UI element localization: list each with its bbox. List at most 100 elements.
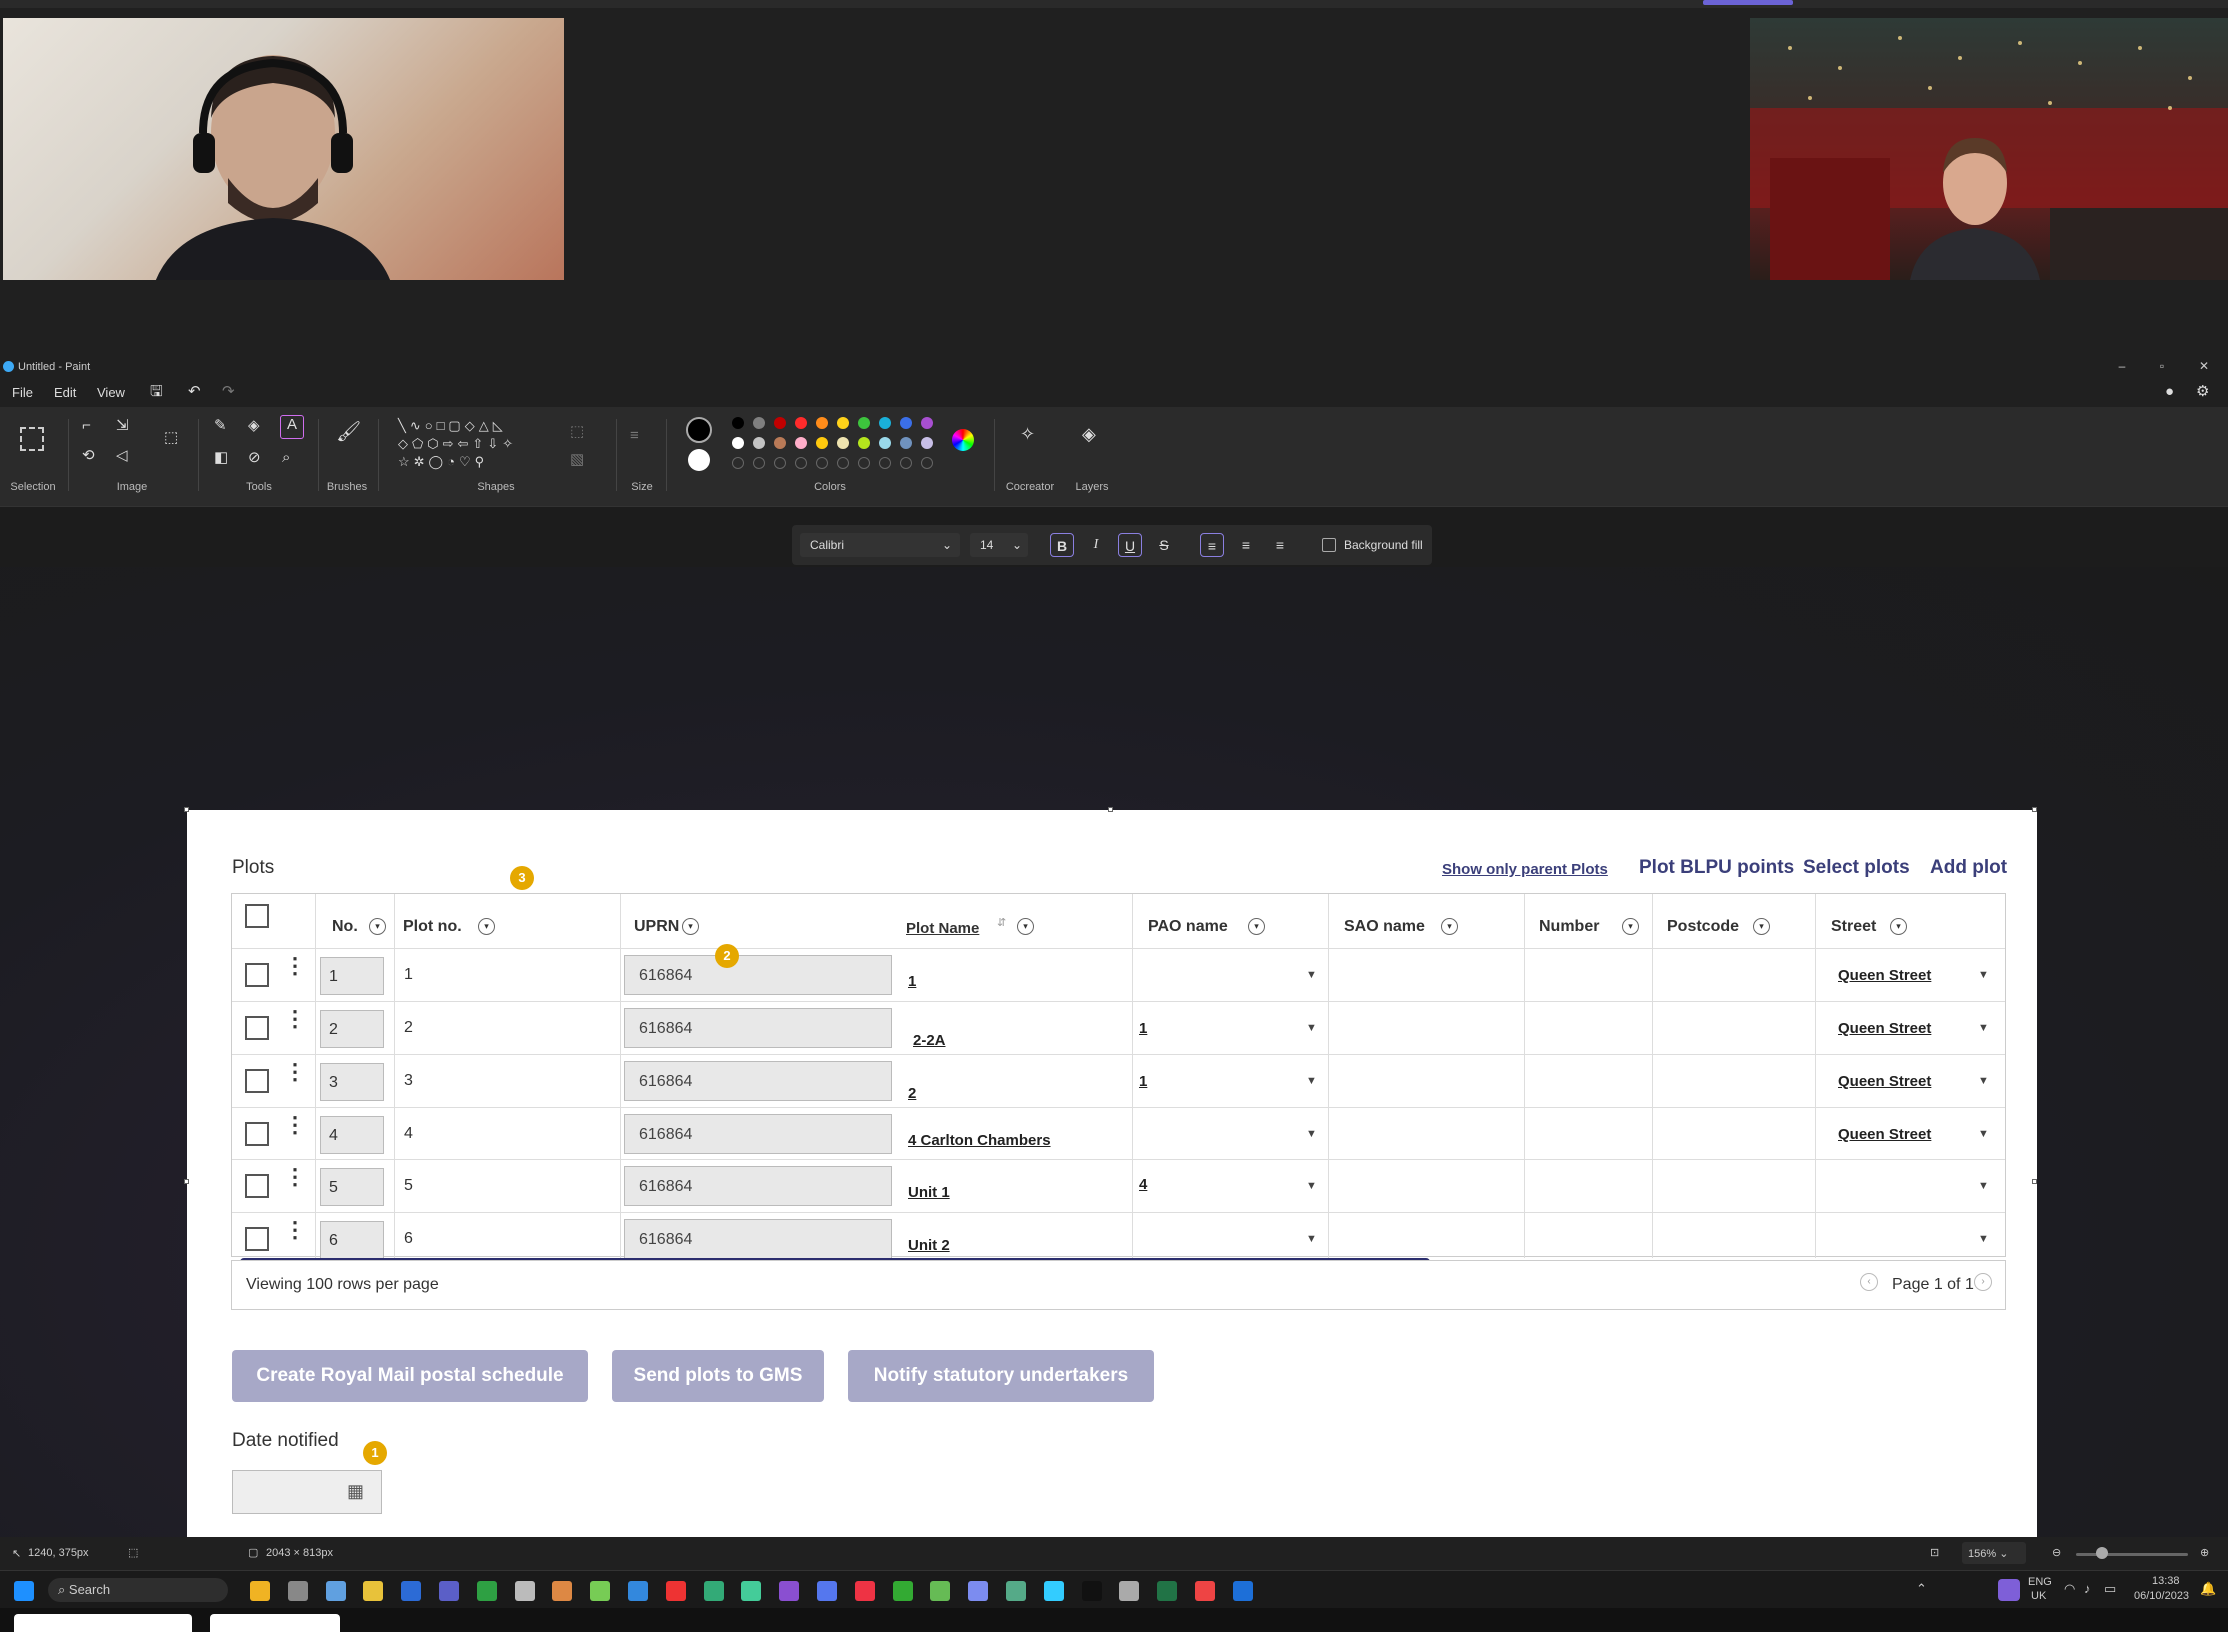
custom-color-slot[interactable] [900, 457, 912, 469]
row-checkbox[interactable] [245, 1016, 269, 1040]
row-checkbox[interactable] [245, 1122, 269, 1146]
row-no[interactable]: 2 [320, 1010, 384, 1048]
row-menu-icon[interactable]: ⋮ [284, 1008, 306, 1030]
start-icon[interactable] [14, 1581, 34, 1601]
date-notified-input[interactable]: ▦ [232, 1470, 382, 1514]
volume-icon[interactable]: ♪ [2084, 1581, 2091, 1596]
custom-color-slot[interactable] [774, 457, 786, 469]
secondary-color[interactable] [688, 449, 710, 471]
color-swatch[interactable] [774, 417, 786, 429]
taskbar-app-icon[interactable] [892, 1581, 913, 1601]
color-swatch[interactable] [837, 417, 849, 429]
align-center-button[interactable]: ≡ [1234, 533, 1258, 557]
uprn-field[interactable]: 616864 [624, 1219, 892, 1259]
background-fill-checkbox[interactable] [1322, 538, 1336, 552]
uprn-field[interactable]: 616864 [624, 1166, 892, 1206]
taskbar-app-icon[interactable] [401, 1581, 422, 1601]
taskbar-app-icon[interactable] [590, 1581, 611, 1601]
underline-button[interactable]: U [1118, 533, 1142, 557]
taskbar-app-icon[interactable] [665, 1581, 686, 1601]
shapes-gallery-icon[interactable]: ╲∿○□▢◇△◺ [398, 417, 548, 435]
taskbar-app-icon[interactable] [930, 1581, 951, 1601]
align-left-button[interactable]: ≡ [1200, 533, 1224, 557]
custom-color-slot[interactable] [879, 457, 891, 469]
size-icon[interactable]: ≡ [630, 427, 639, 445]
calendar-icon[interactable]: ▦ [347, 1481, 364, 1502]
prev-page-icon[interactable]: ‹ [1860, 1273, 1878, 1291]
table-row[interactable]: ⋮ 1 1 616864 1 ▼ Queen Street ▼ [232, 948, 2005, 1000]
street-dropdown-icon[interactable]: ▼ [1978, 969, 1989, 981]
street-dropdown-icon[interactable]: ▼ [1978, 1022, 1989, 1034]
row-checkbox[interactable] [245, 1227, 269, 1251]
street-dropdown-icon[interactable]: ▼ [1978, 1075, 1989, 1087]
color-swatch[interactable] [816, 437, 828, 449]
plot-name-link[interactable]: 4 Carlton Chambers [908, 1132, 1051, 1149]
notify-undertakers-button[interactable]: Notify statutory undertakers [848, 1350, 1154, 1402]
taskbar-app-icon[interactable] [968, 1581, 989, 1601]
plot-name-link[interactable]: Unit 2 [908, 1237, 950, 1254]
video-tile-participant-1[interactable] [3, 18, 564, 280]
row-no[interactable]: 6 [320, 1221, 384, 1259]
uprn-field[interactable]: 616864 [624, 1114, 892, 1154]
taskbar-app-icon[interactable] [1006, 1581, 1026, 1601]
selection-icon[interactable] [20, 427, 44, 451]
custom-color-slot[interactable] [921, 457, 933, 469]
font-size-select[interactable]: 14 ⌄ [970, 533, 1028, 557]
filter-icon[interactable]: ▾ [682, 918, 699, 935]
uprn-field[interactable]: 616864 [624, 1008, 892, 1048]
color-swatch[interactable] [879, 437, 891, 449]
table-row[interactable]: ⋮ 2 2 616864 2-2A 1 ▼ Queen Street ▼ [232, 1001, 2005, 1053]
street-dropdown-icon[interactable]: ▼ [1978, 1128, 1989, 1140]
redo-icon[interactable]: ↷ [222, 383, 235, 401]
pao-dropdown-icon[interactable]: ▼ [1306, 1128, 1317, 1140]
color-swatch[interactable] [900, 437, 912, 449]
clock-date[interactable]: 06/10/2023 [2134, 1590, 2189, 1602]
table-row[interactable]: ⋮ 5 5 616864 Unit 1 4 ▼ ▼ [232, 1159, 2005, 1211]
taskbar-app-icon[interactable] [325, 1581, 346, 1601]
custom-color-slot[interactable] [816, 457, 828, 469]
crop-icon[interactable]: ⌐ [82, 417, 91, 435]
taskbar-app-icon[interactable] [817, 1581, 837, 1601]
menu-file[interactable]: File [12, 385, 33, 400]
row-no[interactable]: 3 [320, 1063, 384, 1101]
pao-dropdown-icon[interactable]: ▼ [1306, 1180, 1317, 1192]
minimize-icon[interactable]: – [2112, 359, 2132, 373]
pao-dropdown-icon[interactable]: ▼ [1306, 1022, 1317, 1034]
taskbar-app-icon[interactable] [363, 1581, 384, 1601]
taskbar-app-icon[interactable] [287, 1581, 308, 1601]
resize-icon[interactable]: ⇲ [116, 417, 129, 435]
color-swatch[interactable] [858, 437, 870, 449]
uprn-field[interactable]: 616864 [624, 955, 892, 995]
settings-icon[interactable]: ⚙ [2196, 383, 2209, 401]
taskbar-app-icon[interactable] [1157, 1581, 1178, 1601]
notifications-icon[interactable]: 🔔 [2200, 1581, 2216, 1597]
pencil-icon[interactable]: ✎ [214, 417, 227, 435]
row-menu-icon[interactable]: ⋮ [284, 1114, 306, 1136]
row-checkbox[interactable] [245, 1069, 269, 1093]
window-tab[interactable] [210, 1614, 340, 1632]
text-tool-icon[interactable]: A [280, 415, 304, 439]
color-picker-icon[interactable]: ⊘ [248, 449, 261, 467]
zoom-out-icon[interactable]: ⊖ [2052, 1546, 2061, 1559]
window-tab[interactable] [14, 1614, 192, 1632]
eraser-icon[interactable]: ◧ [214, 449, 228, 467]
row-menu-icon[interactable]: ⋮ [284, 1061, 306, 1083]
layers-icon[interactable]: ◈ [1082, 425, 1096, 443]
language[interactable]: ENG [2028, 1576, 2052, 1588]
plot-name-link[interactable]: 2 [908, 1085, 916, 1102]
taskbar-app-icon[interactable] [741, 1581, 762, 1601]
custom-color-slot[interactable] [753, 457, 765, 469]
plot-name-link[interactable]: Unit 1 [908, 1184, 950, 1201]
resize-handle[interactable] [2032, 807, 2037, 812]
zoom-slider[interactable] [2076, 1553, 2188, 1556]
italic-button[interactable]: I [1084, 533, 1108, 557]
resize-handle[interactable] [1108, 807, 1113, 812]
bold-button[interactable]: B [1050, 533, 1074, 557]
edit-colors-icon[interactable] [952, 429, 974, 451]
row-no[interactable]: 5 [320, 1168, 384, 1206]
align-right-button[interactable]: ≡ [1268, 533, 1292, 557]
custom-color-slot[interactable] [732, 457, 744, 469]
color-swatch[interactable] [795, 437, 807, 449]
shapes-gallery-row2-icon[interactable]: ◇⬠⬡⇨⇦⇧⇩✧ [398, 435, 548, 453]
color-swatch[interactable] [795, 417, 807, 429]
